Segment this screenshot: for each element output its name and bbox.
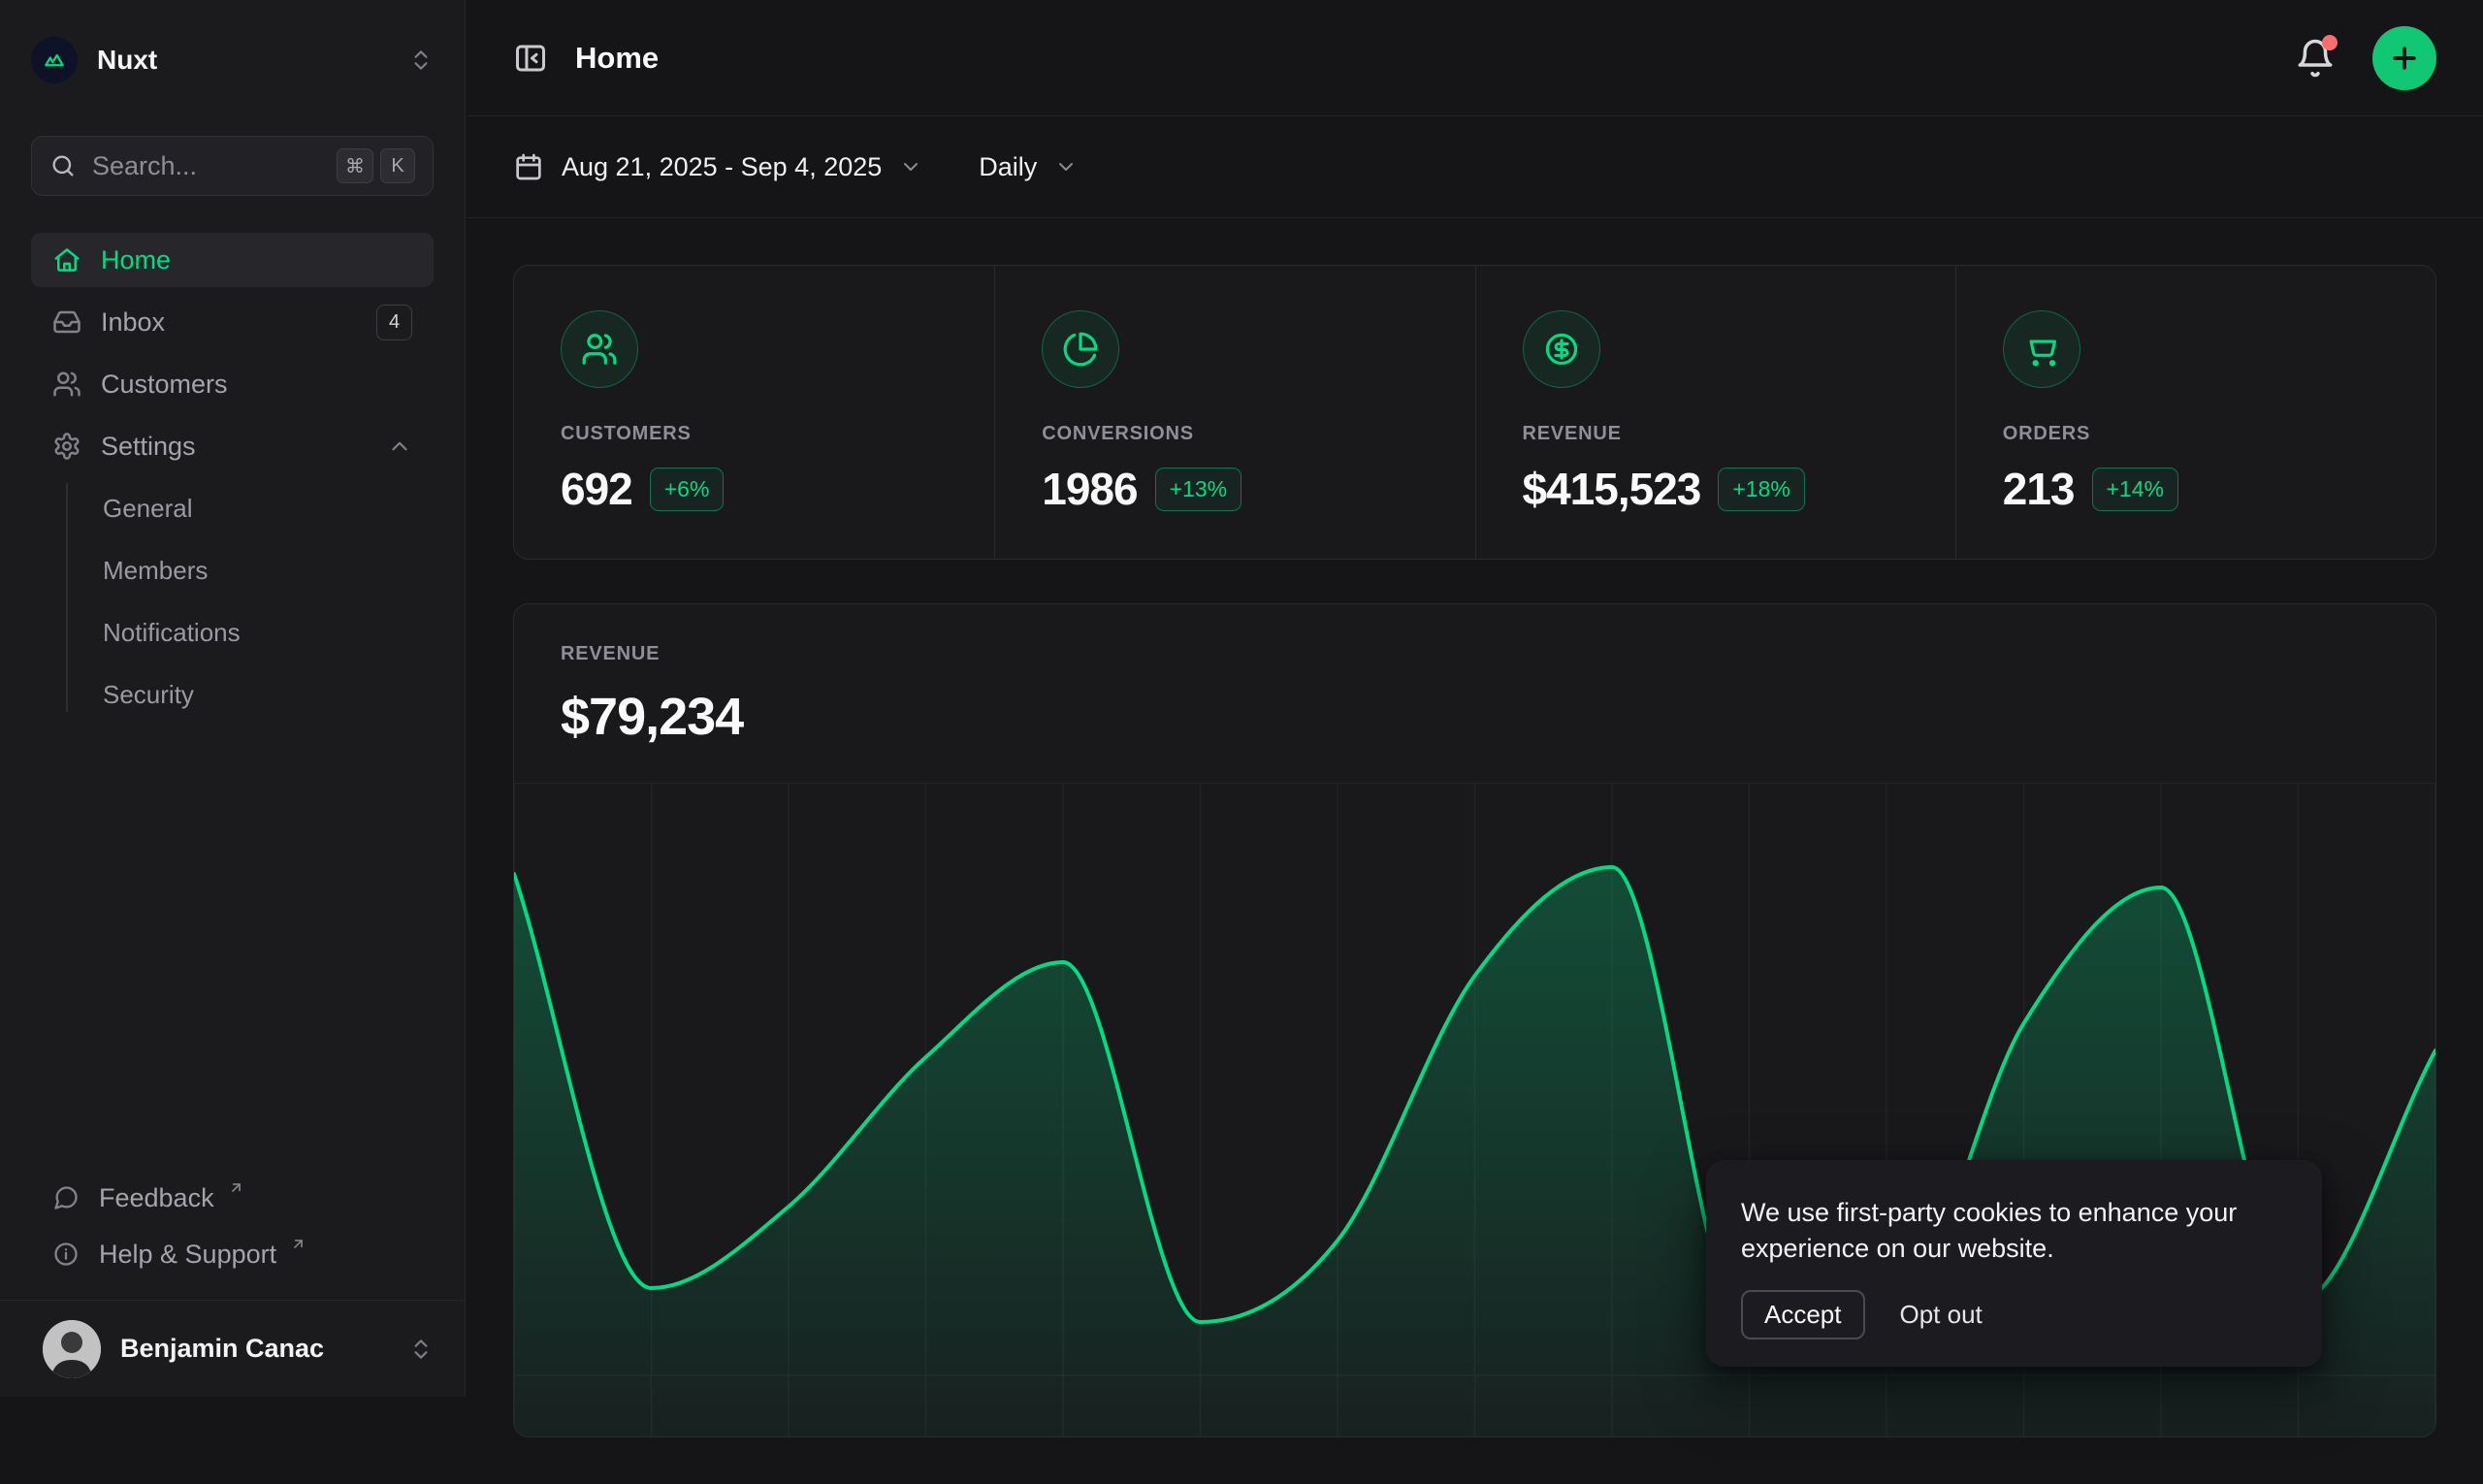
stat-label: ORDERS	[2003, 423, 2389, 445]
chevrons-up-down-icon	[408, 1337, 434, 1362]
inbox-icon	[52, 307, 81, 337]
help-support-label: Help & Support	[99, 1240, 276, 1270]
stat-label: CUSTOMERS	[561, 423, 948, 445]
stat-card-revenue[interactable]: REVENUE $415,523 +18%	[1475, 266, 1955, 560]
stats-row: CUSTOMERS 692 +6% CONVERSIONS 1986 +13%	[513, 265, 2436, 560]
sidebar-item-notifications[interactable]: Notifications	[103, 605, 434, 660]
feedback-label: Feedback	[99, 1183, 214, 1213]
chevron-down-icon	[1054, 155, 1078, 178]
cookie-banner: We use first-party cookies to enhance yo…	[1706, 1160, 2322, 1367]
add-button[interactable]	[2372, 26, 2436, 90]
stat-delta-badge: +14%	[2092, 468, 2178, 511]
filters-toolbar: Aug 21, 2025 - Sep 4, 2025 Daily	[467, 116, 2483, 218]
sidebar-footer: Feedback Help & Support	[0, 1170, 465, 1300]
sidebar-item-members[interactable]: Members	[103, 543, 434, 597]
stat-card-customers[interactable]: CUSTOMERS 692 +6%	[514, 266, 994, 560]
inbox-count-badge: 4	[376, 305, 412, 340]
settings-subnav: General Members Notifications Security	[31, 481, 434, 722]
sidebar: Nuxt Search... ⌘ K Home Inbox 4	[0, 0, 466, 1397]
notifications-button[interactable]	[2295, 38, 2336, 79]
sidebar-item-label: Home	[101, 245, 171, 275]
header-actions	[2295, 26, 2436, 90]
info-circle-icon	[52, 1241, 80, 1268]
notification-dot	[2322, 35, 2338, 50]
help-support-link[interactable]: Help & Support	[31, 1226, 434, 1282]
sidebar-item-general[interactable]: General	[103, 481, 434, 535]
optout-cookies-button[interactable]: Opt out	[1900, 1300, 1983, 1330]
page-header: Home	[467, 0, 2483, 116]
user-menu[interactable]: Benjamin Canac	[0, 1300, 465, 1397]
sidebar-collapse-icon[interactable]	[513, 41, 548, 76]
revenue-chart-label: REVENUE	[561, 643, 2389, 665]
user-name: Benjamin Canac	[120, 1334, 324, 1364]
sidebar-item-home[interactable]: Home	[31, 233, 434, 287]
kbd-meta: ⌘	[337, 148, 373, 183]
stat-delta-badge: +18%	[1718, 468, 1804, 511]
search-placeholder: Search...	[92, 151, 197, 181]
sidebar-item-security[interactable]: Security	[103, 667, 434, 722]
stat-card-orders[interactable]: ORDERS 213 +14%	[1955, 266, 2435, 560]
stat-delta-badge: +6%	[650, 468, 725, 511]
stat-label: CONVERSIONS	[1042, 423, 1428, 445]
revenue-chart-value: $79,234	[561, 687, 2389, 747]
calendar-icon	[513, 151, 544, 182]
granularity-label: Daily	[979, 152, 1037, 182]
chevron-up-icon	[387, 434, 412, 459]
chevron-down-icon	[899, 155, 922, 178]
workspace-switcher[interactable]: Nuxt	[31, 33, 434, 87]
external-link-icon	[290, 1236, 306, 1252]
accept-cookies-button[interactable]: Accept	[1741, 1290, 1865, 1339]
stat-card-conversions[interactable]: CONVERSIONS 1986 +13%	[994, 266, 1474, 560]
chevrons-up-down-icon	[408, 48, 434, 73]
kbd-k: K	[380, 148, 415, 183]
avatar	[43, 1320, 101, 1378]
feedback-link[interactable]: Feedback	[31, 1170, 434, 1226]
date-range-label: Aug 21, 2025 - Sep 4, 2025	[562, 152, 882, 182]
sidebar-item-label: Settings	[101, 432, 196, 462]
page-title: Home	[575, 41, 659, 76]
workspace-name: Nuxt	[97, 45, 157, 76]
stat-value: 1986	[1042, 463, 1137, 515]
sidebar-item-label: Customers	[101, 370, 228, 400]
sidebar-item-label: Inbox	[101, 307, 165, 338]
stat-value: 213	[2003, 463, 2075, 515]
home-icon	[52, 245, 81, 274]
users-icon	[52, 370, 81, 399]
gear-icon	[52, 432, 81, 461]
stat-label: REVENUE	[1523, 423, 1909, 445]
sidebar-item-customers[interactable]: Customers	[31, 357, 434, 411]
nuxt-logo-icon	[31, 37, 78, 83]
sidebar-item-settings[interactable]: Settings	[31, 419, 434, 473]
granularity-select[interactable]: Daily	[979, 152, 1078, 182]
users-icon	[561, 310, 638, 388]
message-circle-icon	[52, 1184, 80, 1211]
search-input[interactable]: Search... ⌘ K	[31, 136, 434, 196]
circle-dollar-icon	[1523, 310, 1600, 388]
plus-icon	[2388, 42, 2421, 75]
search-icon	[49, 152, 77, 179]
shopping-cart-icon	[2003, 310, 2080, 388]
stat-delta-badge: +13%	[1155, 468, 1242, 511]
stat-value: 692	[561, 463, 632, 515]
search-shortcut: ⌘ K	[337, 148, 415, 183]
cookie-message: We use first-party cookies to enhance yo…	[1741, 1195, 2276, 1267]
chart-pie-icon	[1042, 310, 1119, 388]
sidebar-nav: Home Inbox 4 Customers Settings Ge	[31, 233, 434, 729]
sidebar-item-inbox[interactable]: Inbox 4	[31, 295, 434, 349]
stat-value: $415,523	[1523, 463, 1701, 515]
external-link-icon	[228, 1179, 244, 1196]
date-range-picker[interactable]: Aug 21, 2025 - Sep 4, 2025	[513, 151, 922, 182]
